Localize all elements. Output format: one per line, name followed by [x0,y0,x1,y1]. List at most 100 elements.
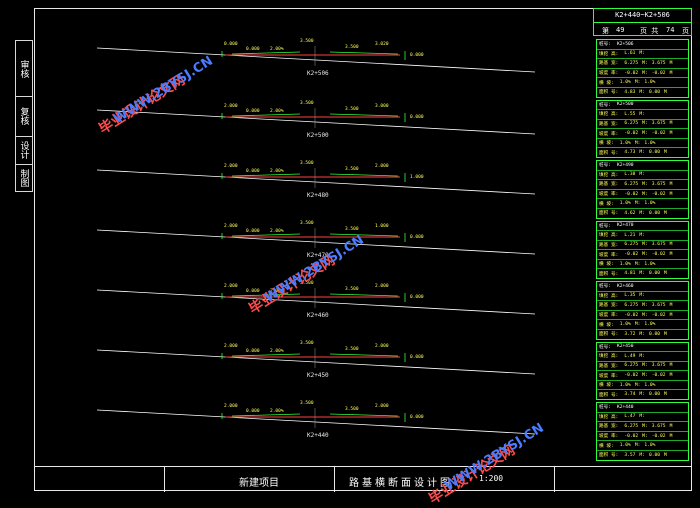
dim-mid: 3.500 [300,161,314,166]
table-cell: 0.00 [648,271,661,277]
table-row: 填挖 高: L.38 M: [597,171,688,181]
table-cell: K2+506 [616,41,634,47]
table-row: 路基 宽: 6.275 M: 3.675 M [597,422,688,432]
dim-slope: 2.00% [270,169,284,174]
table-row: 坡度 率: -0.02 M: -0.02 M [597,129,688,139]
dim-slope: 2.00% [270,47,284,52]
table-cell: 1.0% [644,201,656,207]
table-cell: 路基 宽: [599,424,619,430]
table-cell: M [669,423,673,429]
table-row: 横 坡: 1.0% M: 1.0% [597,78,688,88]
table-cell: 路基 宽: [599,363,619,369]
table-row: 路基 宽: 6.275 M: 3.675 M [597,241,688,251]
table-cell: M: [642,373,648,379]
table-cell: 桩号: [599,405,611,411]
table-row: 面积 号: 4.73 M: 0.00 M [597,148,688,157]
table-cell: 6.275 [624,302,639,308]
roadbed-line-left [231,233,301,237]
ground-line [96,409,536,435]
page-label: 第 [602,27,609,35]
table-row: 桩号: K2+506 [597,40,688,50]
table-row: 横 坡: 1.0% M: 1.0% [597,441,688,451]
table-cell: 3.675 [651,181,666,187]
dim-right-2: 0.000 [410,235,424,240]
table-cell: M: [642,433,648,439]
section-station: K2+440 [307,432,329,439]
title-block: 新建项目 路基横断面设计图 1:200 [34,466,692,492]
table-cell: 3.675 [651,121,666,127]
table-cell: 1.0% [619,322,631,328]
table-cell: M [664,452,667,458]
table-row: 坡度 率: -0.02 M: -0.02 M [597,190,688,200]
table-cell: 桩号: [599,223,611,229]
table-cell: 6.275 [624,363,639,369]
table-row: 路基 宽: 6.275 M: 3.675 M [597,362,688,372]
table-cell: -0.02 [651,433,666,439]
table-cell: K2+440 [616,404,634,410]
dim-left: 2.000 [224,164,238,169]
page-total: 74 [666,26,675,34]
page-current: 49 [616,26,625,34]
table-cell: M [664,392,667,398]
table-row: 坡度 率: -0.02 M: -0.02 M [597,250,688,260]
table-cell: 坡度 率: [599,131,619,137]
table-cell: M: [642,191,648,197]
station-table: 桩号: K2+506 填挖 高: L.61 M: 路基 宽: 6.275 M: 3.675 M 坡度… [596,39,689,98]
table-cell: M [669,181,673,187]
table-cell: 0.00 [648,89,661,95]
roadbed-line-left [231,413,301,417]
table-cell: 0.00 [648,452,661,458]
table-cell: M: [639,232,645,238]
dim-right-2: 0.000 [410,415,424,420]
dim-mid: 3.500 [300,401,314,406]
roadbed-line-left [231,51,301,55]
dim-right-2: 0.000 [410,355,424,360]
table-cell: 面积 号: [599,150,619,156]
table-cell: -0.02 [651,373,666,379]
table-cell: M [669,252,673,258]
table-row: 填挖 高: L.55 M: [597,110,688,120]
table-row: 路基 宽: 6.275 M: 3.675 M [597,301,688,311]
section-station: K2+450 [307,372,329,379]
table-row: 横 坡: 1.0% M: 1.0% [597,260,688,270]
table-row: 桩号: K2+500 [597,101,688,111]
table-cell: 路基 宽: [599,182,619,188]
dim-right: 3.000 [375,104,389,109]
dim-left: 2.000 [224,284,238,289]
table-cell: M: [639,414,645,420]
table-cell: 坡度 率: [599,252,619,258]
table-row: 路基 宽: 6.275 M: 3.675 M [597,120,688,130]
table-cell: 1.0% [619,140,631,146]
table-cell: M: [634,140,641,146]
dim-right-2: 0.000 [410,115,424,120]
page-unit: 页 [682,27,689,35]
table-cell: M: [639,331,645,337]
table-cell: 面积 号: [599,271,619,277]
station-table: 桩号: K2+470 填挖 高: L.21 M: 路基 宽: 6.275 M: 3.675 M 坡度… [596,220,689,280]
table-cell: 4.62 [624,210,636,216]
section-station: K2+460 [307,312,329,319]
dim-left-2: 0.000 [246,229,260,234]
project-name: 新建项目 [239,478,279,489]
ground-line [96,109,536,135]
table-cell: 面积 号: [599,211,619,217]
table-cell: 6.275 [624,121,639,127]
table-cell: M: [639,271,645,277]
table-cell: 路基 宽: [599,242,619,248]
table-cell: -0.02 [624,312,639,318]
table-row: 横 坡: 1.0% M: 1.0% [597,139,688,149]
table-cell: M [669,121,673,127]
table-cell: 6.275 [624,242,639,248]
table-cell: L.61 [624,51,636,57]
data-panel: K2+440~K2+506 第 49 页 共 74 页 桩号: K2+506 填挖 … [593,8,692,478]
table-cell: M [669,191,673,197]
roadbed-line-right [329,173,399,177]
table-cell: -0.02 [624,131,639,137]
dim-mid-right: 3.500 [345,347,359,352]
table-cell: M: [639,392,645,398]
table-cell: 路基 宽: [599,303,619,309]
table-cell: 3.57 [624,452,636,458]
dim-right: 2.000 [375,164,389,169]
table-cell: 横 坡: [599,262,614,268]
station-table: 桩号: K2+490 填挖 高: L.38 M: 路基 宽: 6.275 M: 3.675 M 坡度… [596,160,689,219]
